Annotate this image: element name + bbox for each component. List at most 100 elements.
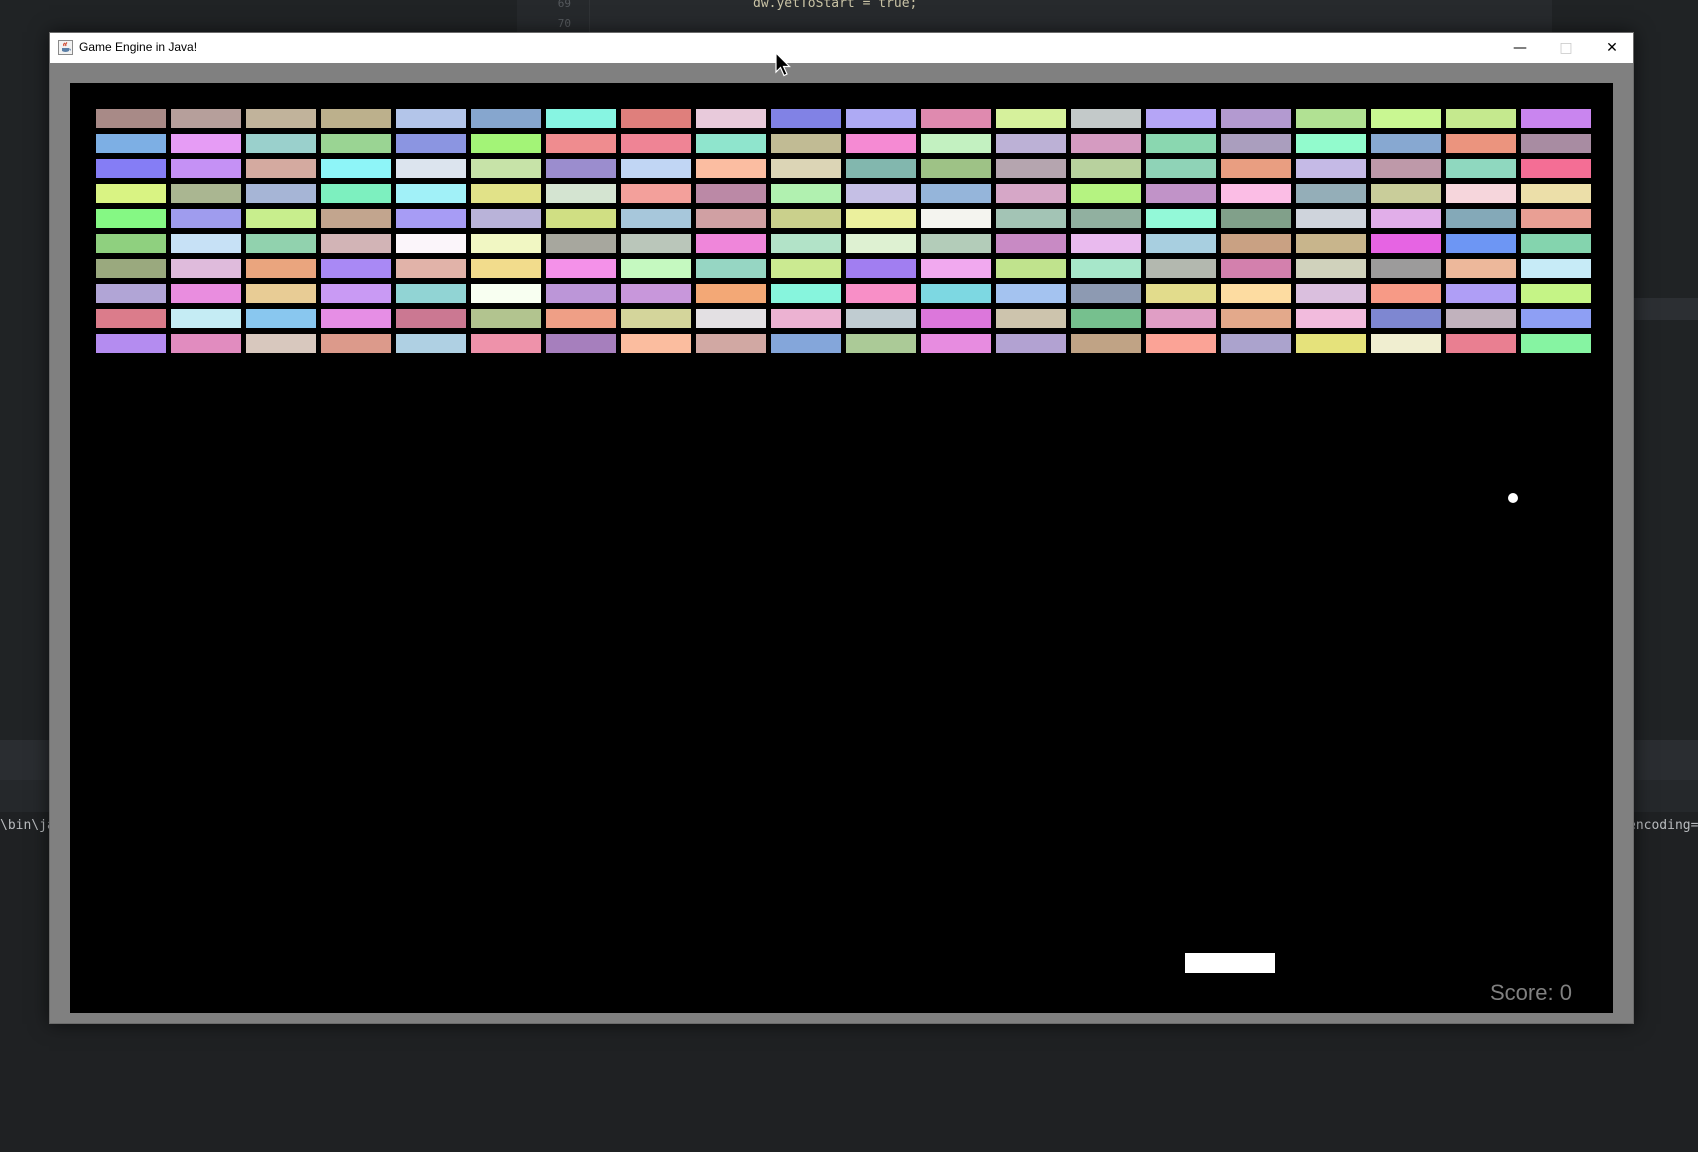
brick	[1296, 209, 1366, 228]
close-button[interactable]: ✕	[1589, 33, 1635, 63]
brick	[1146, 109, 1216, 128]
brick	[771, 334, 841, 353]
brick	[321, 109, 391, 128]
ide-code-line: dw.yetToStart = true;	[753, 0, 918, 11]
brick	[921, 184, 991, 203]
brick	[471, 334, 541, 353]
brick	[621, 259, 691, 278]
brick	[1371, 159, 1441, 178]
brick	[171, 209, 241, 228]
brick	[1071, 334, 1141, 353]
brick	[1371, 334, 1441, 353]
window-content-frame: Score: 0	[50, 63, 1633, 1023]
brick	[321, 159, 391, 178]
brick	[246, 184, 316, 203]
brick	[96, 159, 166, 178]
brick	[1071, 109, 1141, 128]
brick	[546, 109, 616, 128]
brick	[846, 259, 916, 278]
brick	[621, 234, 691, 253]
brick	[621, 284, 691, 303]
brick	[1521, 184, 1591, 203]
brick	[696, 159, 766, 178]
brick	[1521, 134, 1591, 153]
brick	[1146, 334, 1216, 353]
brick	[1221, 234, 1291, 253]
brick	[171, 109, 241, 128]
brick	[1371, 109, 1441, 128]
brick	[996, 234, 1066, 253]
console-text-right: encoding=	[1628, 818, 1698, 833]
brick	[1071, 259, 1141, 278]
paddle[interactable]	[1185, 953, 1275, 973]
brick	[1071, 134, 1141, 153]
minimize-button[interactable]: —	[1497, 33, 1543, 63]
brick	[921, 309, 991, 328]
brick	[1371, 134, 1441, 153]
brick	[1521, 334, 1591, 353]
brick	[546, 209, 616, 228]
brick	[696, 284, 766, 303]
brick	[471, 234, 541, 253]
brick	[96, 234, 166, 253]
java-app-icon	[58, 40, 73, 55]
brick	[471, 109, 541, 128]
ide-line-number: 70	[557, 17, 571, 30]
ide-highlighted-line	[1630, 298, 1698, 320]
brick	[921, 134, 991, 153]
brick	[1296, 184, 1366, 203]
brick	[171, 159, 241, 178]
brick	[846, 134, 916, 153]
brick	[996, 109, 1066, 128]
brick	[921, 284, 991, 303]
brick	[1296, 109, 1366, 128]
brick	[996, 209, 1066, 228]
brick	[246, 234, 316, 253]
brick	[246, 334, 316, 353]
game-canvas[interactable]: Score: 0	[70, 83, 1613, 1013]
brick	[471, 209, 541, 228]
brick	[546, 284, 616, 303]
game-window: Game Engine in Java! — □ ✕ Score: 0	[49, 32, 1634, 1024]
brick	[1071, 184, 1141, 203]
brick	[1146, 184, 1216, 203]
brick	[546, 159, 616, 178]
brick	[96, 259, 166, 278]
brick	[96, 309, 166, 328]
brick	[1071, 309, 1141, 328]
brick	[696, 259, 766, 278]
brick	[1146, 209, 1216, 228]
brick	[1521, 234, 1591, 253]
brick	[96, 184, 166, 203]
brick	[1146, 234, 1216, 253]
brick	[1521, 209, 1591, 228]
brick	[771, 209, 841, 228]
brick	[321, 209, 391, 228]
window-title: Game Engine in Java!	[79, 40, 198, 54]
brick	[396, 184, 466, 203]
brick	[846, 334, 916, 353]
brick	[396, 234, 466, 253]
maximize-button[interactable]: □	[1543, 33, 1589, 63]
brick	[1371, 209, 1441, 228]
brick	[1371, 284, 1441, 303]
brick	[1371, 309, 1441, 328]
window-titlebar[interactable]: Game Engine in Java! — □ ✕	[50, 33, 1633, 63]
brick	[246, 209, 316, 228]
brick	[1296, 334, 1366, 353]
brick	[771, 284, 841, 303]
brick	[846, 234, 916, 253]
brick	[771, 309, 841, 328]
brick	[771, 109, 841, 128]
brick	[1446, 109, 1516, 128]
brick	[546, 259, 616, 278]
brick	[96, 334, 166, 353]
brick	[1146, 134, 1216, 153]
brick	[1446, 159, 1516, 178]
brick	[471, 159, 541, 178]
brick	[996, 259, 1066, 278]
score-label: Score: 0	[1490, 980, 1572, 1005]
ide-line-number: 69	[557, 0, 571, 10]
brick	[771, 259, 841, 278]
brick	[846, 284, 916, 303]
